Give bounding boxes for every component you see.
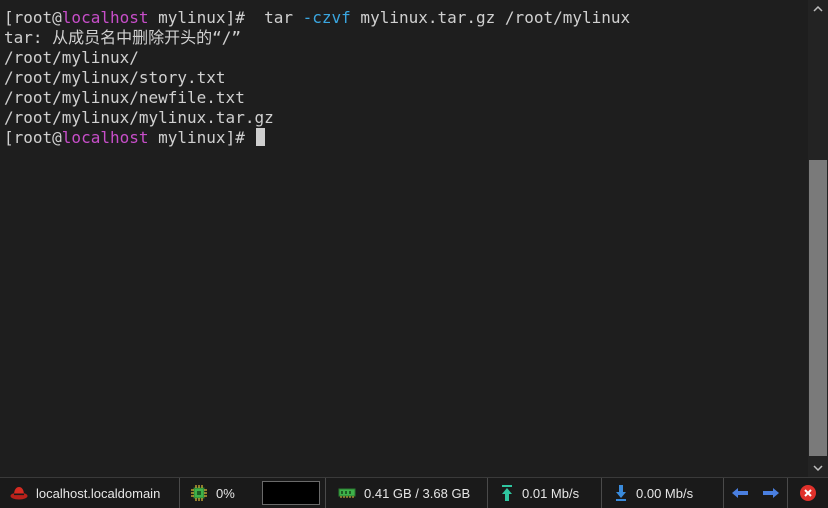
arrow-right-icon[interactable] — [762, 487, 780, 499]
status-bar: localhost.localdomain 0% 0.41 GB / 3.68 … — [0, 477, 828, 508]
current-prompt-line: [root@localhost mylinux]# — [4, 128, 266, 148]
output-line: /root/mylinux/ — [4, 48, 139, 67]
download-speed-value: 0.00 Mb/s — [636, 485, 694, 501]
text-cursor — [256, 128, 266, 146]
cpu-segment[interactable]: 0% — [180, 478, 326, 508]
upload-segment[interactable]: 0.01 Mb/s — [488, 478, 602, 508]
command-args: mylinux.tar.gz /root/mylinux — [350, 8, 631, 27]
upload-speed-value: 0.01 Mb/s — [522, 485, 580, 501]
prompt-close: mylinux]# — [148, 8, 245, 27]
output-line: tar: 从成员名中删除开头的“/” — [4, 28, 242, 47]
prompt-close: mylinux]# — [148, 128, 255, 147]
network-graph — [262, 481, 320, 505]
terminal-output[interactable]: [root@localhost mylinux]# tar -czvf myli… — [0, 0, 808, 477]
prompt-open: [root@ — [4, 128, 62, 147]
command-name: tar — [244, 8, 303, 27]
close-segment — [788, 478, 828, 508]
scrollbar-thumb[interactable] — [809, 160, 827, 456]
download-segment[interactable]: 0.00 Mb/s — [602, 478, 724, 508]
memory-ram-icon — [338, 487, 356, 499]
host-label: localhost.localdomain — [36, 485, 161, 501]
host-segment[interactable]: localhost.localdomain — [0, 478, 180, 508]
cpu-usage-value: 0% — [216, 485, 235, 501]
memory-usage-value: 0.41 GB / 3.68 GB — [364, 485, 471, 501]
scroll-up-arrow-icon[interactable] — [808, 2, 828, 16]
cpu-chip-icon — [190, 484, 208, 502]
download-arrow-icon — [614, 484, 628, 502]
nav-segment — [724, 478, 788, 508]
upload-arrow-icon — [500, 484, 514, 502]
arrow-left-icon[interactable] — [731, 487, 749, 499]
command-line: [root@localhost mylinux]# tar -czvf myli… — [4, 8, 630, 28]
prompt-open: [root@ — [4, 8, 62, 27]
memory-segment[interactable]: 0.41 GB / 3.68 GB — [326, 478, 488, 508]
redhat-icon — [10, 486, 28, 500]
prompt-host: localhost — [61, 8, 149, 27]
output-line: /root/mylinux/mylinux.tar.gz — [4, 108, 274, 127]
vertical-scrollbar[interactable] — [808, 0, 828, 477]
output-line: /root/mylinux/story.txt — [4, 68, 226, 87]
close-icon[interactable] — [799, 484, 817, 502]
prompt-host: localhost — [61, 128, 149, 147]
command-flag: -czvf — [302, 8, 351, 27]
scroll-down-arrow-icon[interactable] — [808, 461, 828, 475]
output-line: /root/mylinux/newfile.txt — [4, 88, 245, 107]
